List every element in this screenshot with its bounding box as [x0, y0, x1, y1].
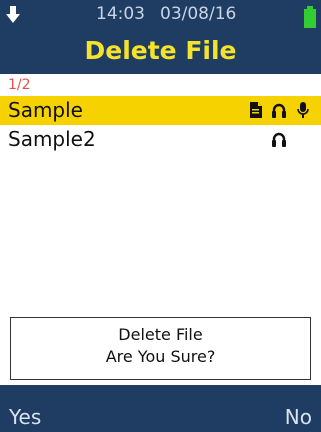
- file-row-sample[interactable]: Sample: [0, 96, 321, 125]
- confirm-dialog: Delete File Are You Sure?: [10, 317, 311, 380]
- dialog-message: Are You Sure?: [105, 347, 216, 366]
- file-name: Sample: [8, 98, 83, 122]
- clock-time: 14:03: [96, 4, 145, 24]
- no-softkey[interactable]: No: [285, 405, 312, 429]
- header-bar: 14:03 03/08/16 Delete File: [0, 0, 321, 74]
- softkey-bar: Yes No: [0, 385, 321, 432]
- headphones-icon: [272, 132, 286, 147]
- battery-icon: [304, 6, 316, 28]
- page-indicator: 1/2: [8, 77, 31, 93]
- dialog-title: Delete File: [118, 325, 203, 344]
- file-row-sample2[interactable]: Sample2: [0, 125, 321, 154]
- page-title: Delete File: [84, 36, 237, 65]
- yes-softkey[interactable]: Yes: [9, 405, 41, 429]
- headphones-icon: [272, 103, 286, 118]
- download-arrow-icon: [6, 6, 20, 23]
- status-bar: 14:03 03/08/16: [0, 0, 321, 30]
- microphone-icon: [297, 102, 309, 118]
- document-icon: [250, 102, 262, 118]
- file-name: Sample2: [8, 127, 96, 151]
- clock-date: 03/08/16: [160, 4, 237, 24]
